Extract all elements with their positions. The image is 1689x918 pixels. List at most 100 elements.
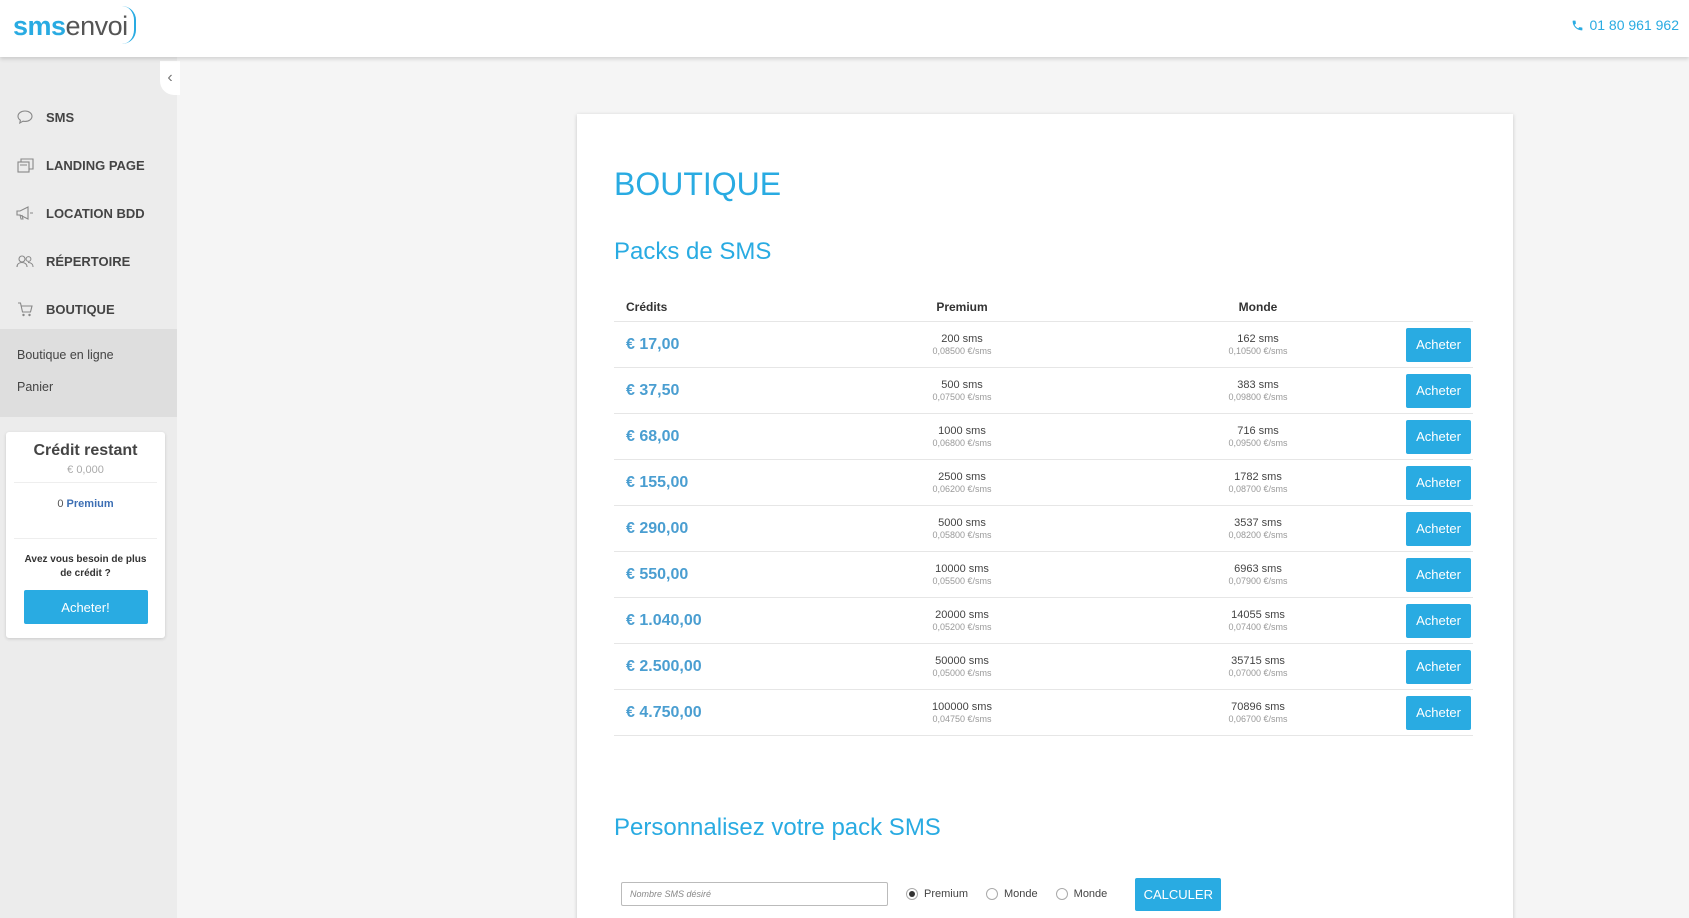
- buy-pack-button[interactable]: Acheter: [1406, 373, 1471, 408]
- radio-option-monde-2[interactable]: Monde: [1055, 888, 1107, 900]
- premium-quantity: 200 sms: [941, 332, 983, 345]
- sidebar-item-repertoire[interactable]: RÉPERTOIRE: [0, 237, 177, 285]
- pack-price-cell: € 1.040,00: [614, 612, 814, 630]
- pack-price-cell: € 37,50: [614, 382, 814, 400]
- buy-pack-button[interactable]: Acheter: [1406, 557, 1471, 592]
- radio-button[interactable]: [1055, 888, 1068, 900]
- monde-rate: 0,09500 €/sms: [1228, 437, 1288, 448]
- layers-icon: [16, 157, 34, 173]
- action-cell: Acheter: [1406, 327, 1473, 362]
- premium-rate: 0,05200 €/sms: [932, 621, 992, 632]
- table-row: € 155,00 2500 sms 0,06200 €/sms 1782 sms 0,0…: [614, 460, 1473, 506]
- pack-price-cell: € 68,00: [614, 428, 814, 446]
- sidebar-item-label: SMS: [46, 109, 75, 125]
- phone-number: 01 80 961 962: [1589, 17, 1679, 33]
- sidebar-item-location-bdd[interactable]: LOCATION BDD: [0, 189, 177, 237]
- premium-quantity: 100000 sms: [932, 700, 992, 713]
- sidebar-item-label: BOUTIQUE: [46, 301, 115, 317]
- radio-button[interactable]: [986, 888, 999, 900]
- logo-text-sms: sms: [13, 10, 66, 41]
- table-row: € 4.750,00 100000 sms 0,04750 €/sms 70896 s…: [614, 690, 1473, 736]
- action-cell: Acheter: [1406, 419, 1473, 454]
- premium-cell: 20000 sms 0,05200 €/sms: [814, 609, 1110, 633]
- monde-cell: 14055 sms 0,07400 €/sms: [1110, 609, 1406, 633]
- radio-button-selected[interactable]: [906, 888, 918, 900]
- buy-pack-button[interactable]: Acheter: [1406, 465, 1471, 500]
- premium-quantity: 20000 sms: [935, 608, 989, 621]
- monde-quantity: 1782 sms: [1234, 470, 1282, 483]
- monde-quantity: 716 sms: [1237, 424, 1279, 437]
- table-header: Crédits Premium Monde: [614, 292, 1473, 322]
- action-cell: Acheter: [1406, 465, 1473, 500]
- premium-quantity: 1000 sms: [938, 424, 986, 437]
- logo-text-envoi: envoi: [65, 10, 129, 41]
- premium-rate: 0,07500 €/sms: [932, 391, 992, 402]
- monde-cell: 3537 sms 0,08200 €/sms: [1110, 517, 1406, 541]
- premium-cell: 10000 sms 0,05500 €/sms: [814, 563, 1110, 587]
- credit-title: Crédit restant: [33, 442, 138, 459]
- monde-rate: 0,07900 €/sms: [1228, 575, 1288, 586]
- radio-label: Premium: [924, 888, 969, 900]
- pack-price: € 550,00: [626, 565, 689, 583]
- packs-section-title: Packs de SMS: [614, 238, 772, 265]
- monde-cell: 383 sms 0,09800 €/sms: [1110, 379, 1406, 403]
- radio-option-premium[interactable]: Premium: [906, 888, 968, 900]
- radio-option-monde[interactable]: Monde: [986, 888, 1038, 900]
- buy-pack-button[interactable]: Acheter: [1406, 511, 1471, 546]
- table-row: € 2.500,00 50000 sms 0,05000 €/sms 35715 sm…: [614, 644, 1473, 690]
- table-row: € 550,00 10000 sms 0,05500 €/sms 6963 sms 0,…: [614, 552, 1473, 598]
- premium-cell: 50000 sms 0,05000 €/sms: [814, 655, 1110, 679]
- monde-quantity: 70896 sms: [1231, 700, 1285, 713]
- table-row: € 37,50 500 sms 0,07500 €/sms 383 sms 0,0980…: [614, 368, 1473, 414]
- radio-label: Monde: [1004, 888, 1038, 900]
- contacts-icon: [16, 253, 34, 269]
- monde-cell: 70896 sms 0,06700 €/sms: [1110, 701, 1406, 725]
- monde-rate: 0,06700 €/sms: [1228, 713, 1288, 724]
- buy-pack-button[interactable]: Acheter: [1406, 695, 1471, 730]
- premium-label: Premium: [66, 498, 114, 510]
- sidebar-item-boutique[interactable]: BOUTIQUE: [0, 285, 177, 333]
- pack-price-cell: € 290,00: [614, 520, 814, 538]
- buy-pack-button[interactable]: Acheter: [1406, 327, 1471, 362]
- phone-contact[interactable]: 01 80 961 962: [1571, 17, 1679, 33]
- pack-price: € 4.750,00: [626, 703, 702, 721]
- monde-cell: 716 sms 0,09500 €/sms: [1110, 425, 1406, 449]
- buy-credit-button[interactable]: Acheter!: [23, 590, 148, 624]
- pack-price-cell: € 550,00: [614, 566, 814, 584]
- buy-pack-button[interactable]: Acheter: [1406, 649, 1471, 684]
- table-row: € 68,00 1000 sms 0,06800 €/sms 716 sms 0,095…: [614, 414, 1473, 460]
- monde-rate: 0,10500 €/sms: [1228, 345, 1288, 356]
- submenu-item-panier[interactable]: Panier: [0, 371, 177, 403]
- premium-rate: 0,06800 €/sms: [932, 437, 992, 448]
- buy-pack-button[interactable]: Acheter: [1406, 419, 1471, 454]
- monde-cell: 1782 sms 0,08700 €/sms: [1110, 471, 1406, 495]
- monde-quantity: 14055 sms: [1231, 608, 1285, 621]
- monde-quantity: 6963 sms: [1234, 562, 1282, 575]
- logo[interactable]: sms envoi: [13, 6, 136, 46]
- premium-quantity: 10000 sms: [935, 562, 989, 575]
- monde-quantity: 3537 sms: [1234, 516, 1282, 529]
- shop-card: BOUTIQUE Packs de SMS Crédits Premium Mo…: [577, 114, 1513, 918]
- action-cell: Acheter: [1406, 373, 1473, 408]
- premium-count: 0: [57, 498, 64, 510]
- sidebar-item-label: RÉPERTOIRE: [46, 253, 131, 269]
- action-cell: Acheter: [1406, 511, 1473, 546]
- calculate-button[interactable]: CALCULER: [1135, 877, 1222, 911]
- custom-pack-form: Premium Monde Monde CALCULER: [621, 874, 1481, 914]
- premium-rate: 0,05800 €/sms: [932, 529, 992, 540]
- sidebar-item-sms[interactable]: SMS: [0, 93, 177, 141]
- collapse-sidebar-button[interactable]: ‹: [160, 61, 180, 95]
- submenu-item-boutique-en-ligne[interactable]: Boutique en ligne: [0, 339, 177, 371]
- pack-price: € 2.500,00: [626, 657, 702, 675]
- sidebar-nav: SMS LANDING PAGE LOCATION BDD RÉPERTOIRE…: [0, 93, 177, 333]
- sidebar-item-landing-page[interactable]: LANDING PAGE: [0, 141, 177, 189]
- packs-table: Crédits Premium Monde € 17,00 200 sms 0,08…: [614, 292, 1473, 736]
- premium-cell: 500 sms 0,07500 €/sms: [814, 379, 1110, 403]
- sms-quantity-input[interactable]: [621, 882, 888, 906]
- buy-pack-button[interactable]: Acheter: [1406, 603, 1471, 638]
- monde-cell: 162 sms 0,10500 €/sms: [1110, 333, 1406, 357]
- premium-quantity: 50000 sms: [935, 654, 989, 667]
- credit-premium-count: 0 Premium: [14, 498, 157, 539]
- pack-price-cell: € 155,00: [614, 474, 814, 492]
- monde-quantity: 35715 sms: [1231, 654, 1285, 667]
